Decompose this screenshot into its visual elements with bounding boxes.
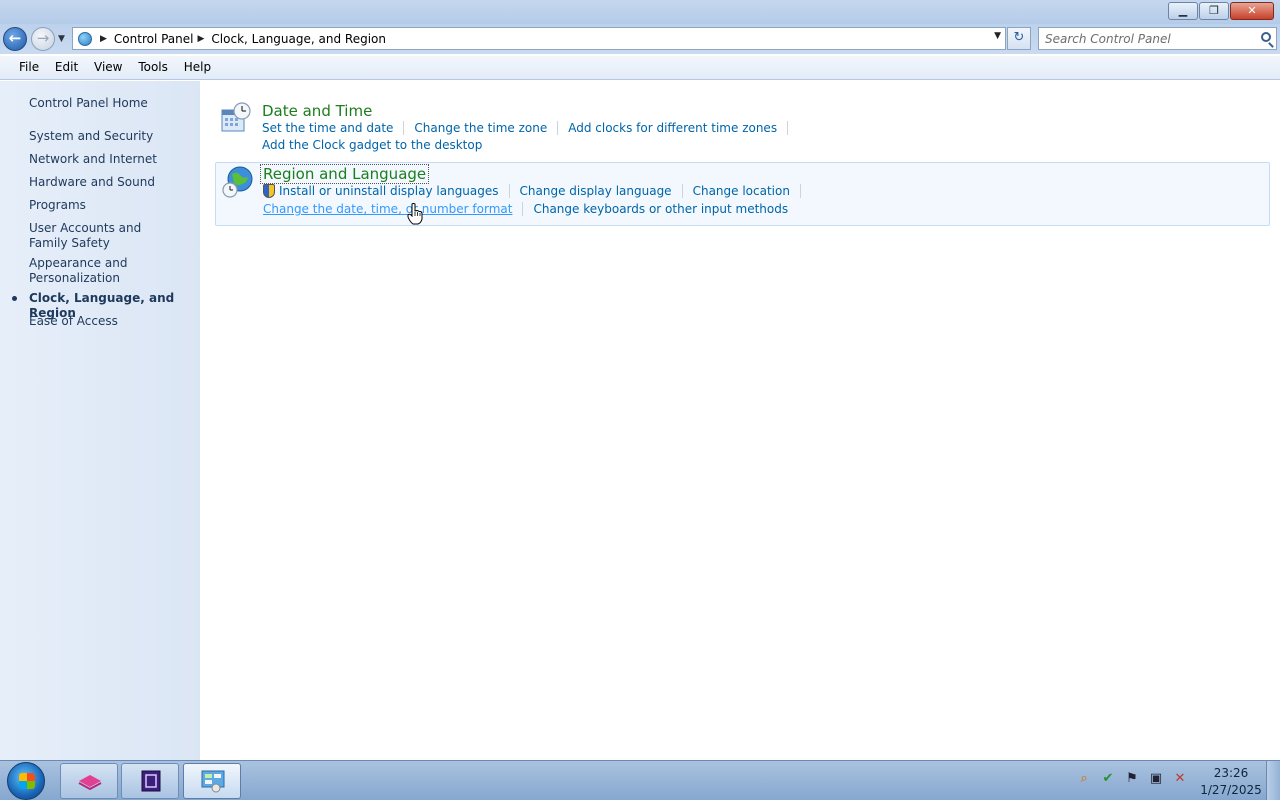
menu-tools[interactable]: Tools xyxy=(132,56,174,78)
address-bar[interactable]: ▶ Control Panel ▶ Clock, Language, and R… xyxy=(72,27,1006,50)
minimize-button[interactable]: ▁ xyxy=(1168,2,1198,20)
link-change-date-time-number-format[interactable]: Change the date, time, or number format xyxy=(263,202,512,216)
start-button[interactable] xyxy=(7,762,45,800)
task-group-region-language: Region and Language Install or uninstall… xyxy=(215,162,1270,226)
chip-app-icon xyxy=(141,770,161,792)
search-icon[interactable] xyxy=(1261,32,1271,42)
sidebar-item-control-panel-home[interactable]: Control Panel Home xyxy=(29,96,194,111)
sidebar-item-programs[interactable]: Programs xyxy=(29,198,194,213)
menu-file[interactable]: File xyxy=(13,56,45,78)
link-add-clock-gadget[interactable]: Add the Clock gadget to the desktop xyxy=(262,138,482,152)
left-navigation-pane: Control Panel Home System and Security N… xyxy=(0,81,200,760)
task-line: Add the Clock gadget to the desktop xyxy=(262,138,482,152)
sidebar-item-user-accounts[interactable]: User Accounts and Family Safety xyxy=(29,221,179,251)
breadcrumb-control-panel[interactable]: Control Panel xyxy=(114,32,194,46)
caption-buttons: ▁ ❐ ✕ xyxy=(1167,2,1274,20)
content-pane: Date and Time Set the time and date Chan… xyxy=(200,81,1280,760)
group-title-region-language[interactable]: Region and Language xyxy=(259,164,430,184)
link-install-display-languages[interactable]: Install or uninstall display languages xyxy=(279,184,499,198)
search-input[interactable] xyxy=(1039,28,1249,49)
restore-icon: ❐ xyxy=(1209,4,1219,17)
link-separator xyxy=(681,184,683,198)
link-change-keyboards[interactable]: Change keyboards or other input methods xyxy=(533,202,788,216)
restore-button[interactable]: ❐ xyxy=(1199,2,1229,20)
link-separator xyxy=(508,184,510,198)
search-box xyxy=(1038,27,1277,50)
hand-cursor-icon xyxy=(407,203,423,225)
region-language-icon xyxy=(222,166,253,198)
network-search-icon[interactable]: ⌕ xyxy=(1076,771,1092,787)
recent-pages-dropdown-icon[interactable]: ▼ xyxy=(58,34,65,44)
forward-button[interactable]: → xyxy=(31,27,55,51)
pink-app-icon xyxy=(78,775,102,791)
notification-area: ⌕ ✔ ⚑ ▣ ✕ xyxy=(1076,771,1196,787)
menu-help[interactable]: Help xyxy=(178,56,217,78)
navigation-bar: ← → ▼ ▶ Control Panel ▶ Clock, Language,… xyxy=(0,24,1280,54)
close-icon: ✕ xyxy=(1247,4,1257,17)
task-line: Install or uninstall display languages C… xyxy=(263,184,811,198)
refresh-button[interactable]: ↻ xyxy=(1007,27,1031,50)
system-clock[interactable]: 23:26 1/27/2025 xyxy=(1200,765,1262,799)
breadcrumb-clock-language-region[interactable]: Clock, Language, and Region xyxy=(211,32,386,46)
date-time-icon xyxy=(221,102,251,132)
address-dropdown-icon[interactable]: ▼ xyxy=(994,31,1001,41)
taskbar-app-1[interactable] xyxy=(60,763,118,799)
link-add-clocks[interactable]: Add clocks for different time zones xyxy=(568,121,777,135)
show-desktop-button[interactable] xyxy=(1266,761,1280,800)
link-separator xyxy=(787,121,789,135)
link-change-location[interactable]: Change location xyxy=(693,184,790,198)
link-separator xyxy=(557,121,559,135)
taskbar-control-panel[interactable] xyxy=(183,763,241,799)
control-panel-globe-icon xyxy=(78,31,92,46)
sidebar-item-appearance[interactable]: Appearance and Personalization xyxy=(29,256,149,286)
chevron-right-icon[interactable]: ▶ xyxy=(198,34,205,44)
sidebar-item-system-security[interactable]: System and Security xyxy=(29,129,194,144)
menu-view[interactable]: View xyxy=(88,56,128,78)
taskbar: ⌕ ✔ ⚑ ▣ ✕ 23:26 1/27/2025 xyxy=(0,760,1280,800)
security-check-icon[interactable]: ✔ xyxy=(1100,771,1116,787)
control-panel-icon xyxy=(201,770,225,793)
link-set-time-date[interactable]: Set the time and date xyxy=(262,121,393,135)
volume-muted-icon[interactable]: ✕ xyxy=(1172,771,1188,787)
title-bar: ▁ ❐ ✕ xyxy=(0,0,1280,24)
display-icon[interactable]: ▣ xyxy=(1148,771,1164,787)
link-separator xyxy=(522,202,524,216)
action-center-flag-icon[interactable]: ⚑ xyxy=(1124,771,1140,787)
chevron-right-icon[interactable]: ▶ xyxy=(100,34,107,44)
link-change-display-language[interactable]: Change display language xyxy=(520,184,672,198)
group-title-date-time[interactable]: Date and Time xyxy=(262,102,372,120)
uac-shield-icon xyxy=(263,184,275,198)
taskbar-app-2[interactable] xyxy=(121,763,179,799)
sidebar-item-network-internet[interactable]: Network and Internet xyxy=(29,152,194,167)
menu-bar: File Edit View Tools Help xyxy=(0,56,1280,80)
windows-logo-icon xyxy=(19,773,35,789)
link-change-time-zone[interactable]: Change the time zone xyxy=(414,121,547,135)
back-button[interactable]: ← xyxy=(3,27,27,51)
link-separator xyxy=(799,184,801,198)
minimize-icon: ▁ xyxy=(1178,4,1188,17)
sidebar-item-ease-of-access[interactable]: Ease of Access xyxy=(29,314,194,329)
task-group-date-time: Date and Time Set the time and date Chan… xyxy=(215,99,1270,157)
clock-time: 23:26 xyxy=(1213,766,1249,780)
link-separator xyxy=(403,121,405,135)
task-line: Change the date, time, or number format … xyxy=(263,202,788,216)
menu-edit[interactable]: Edit xyxy=(49,56,84,78)
clock-date: 1/27/2025 xyxy=(1200,783,1262,797)
task-line: Set the time and date Change the time zo… xyxy=(262,121,798,135)
close-button[interactable]: ✕ xyxy=(1230,2,1274,20)
current-item-bullet xyxy=(12,296,17,301)
sidebar-item-hardware-sound[interactable]: Hardware and Sound xyxy=(29,175,194,190)
